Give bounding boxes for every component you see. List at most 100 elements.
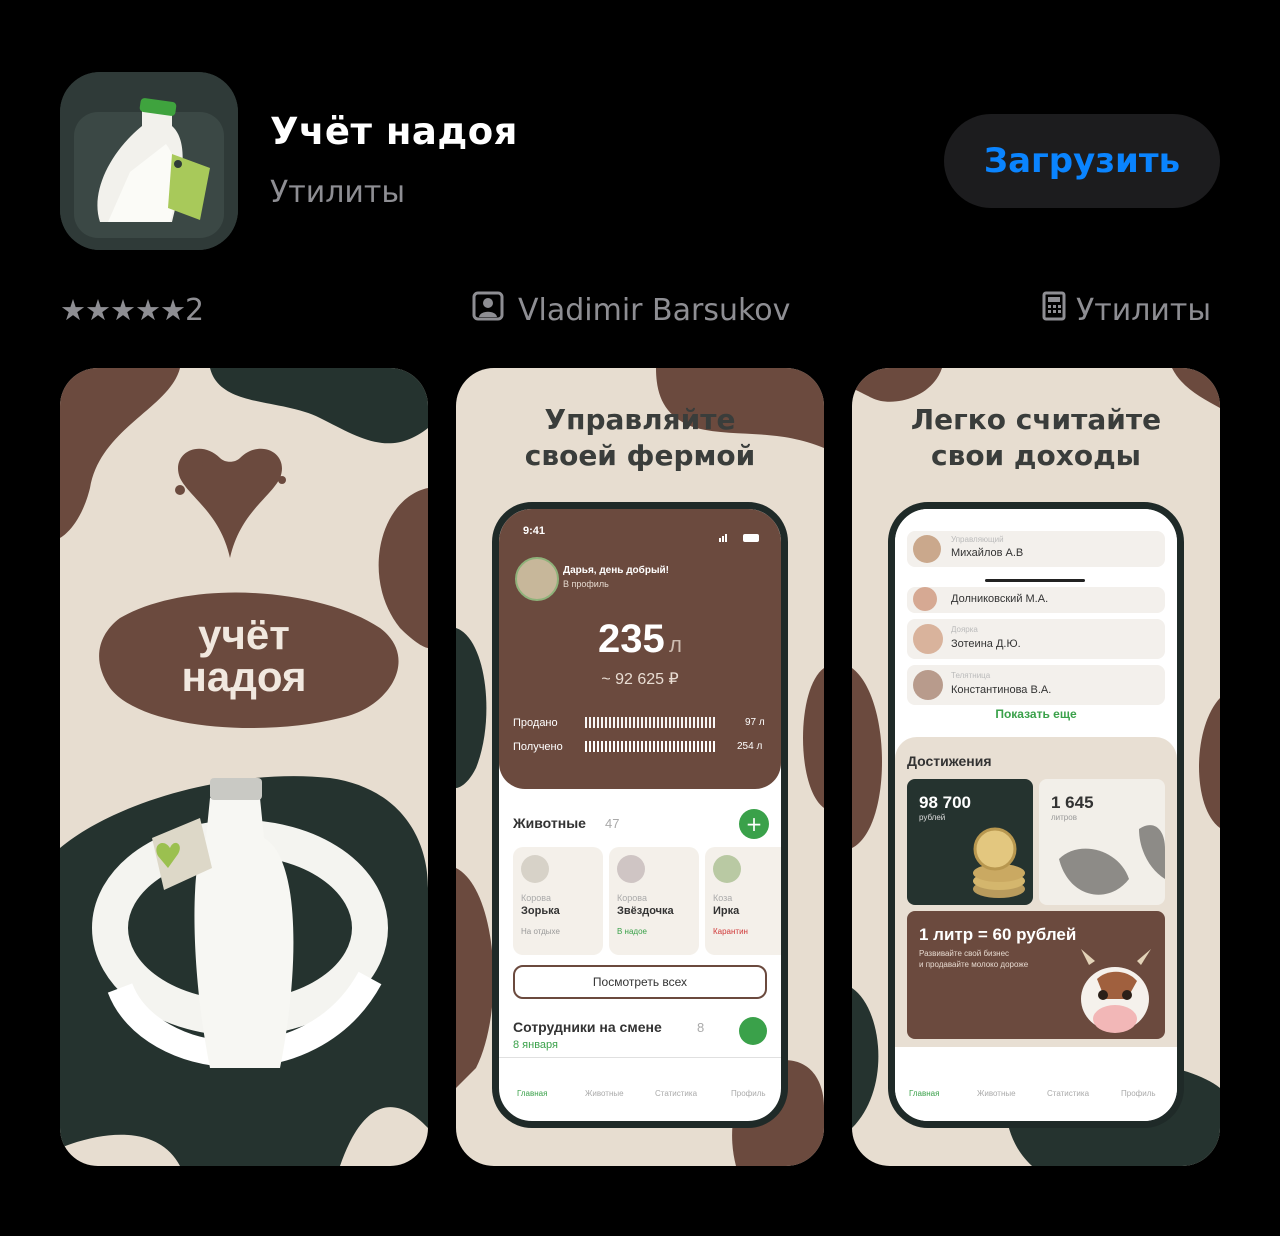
headline-line-1: Легко считайте — [910, 403, 1162, 436]
sold-value: 97 л — [745, 717, 765, 728]
liters-value: 1 645 — [1051, 793, 1094, 812]
tab-profile[interactable]: Профиль — [1121, 1089, 1156, 1098]
get-button[interactable]: Загрузить — [944, 114, 1220, 208]
app-icon[interactable] — [60, 72, 238, 250]
tab-home[interactable]: Главная — [909, 1089, 939, 1098]
animal-type: Корова — [617, 893, 647, 903]
animal-name: Ирка — [713, 905, 740, 917]
staff-row[interactable]: Управляющий Михайлов А.В — [907, 531, 1165, 567]
animal-avatar — [617, 855, 645, 883]
coins-icon — [973, 827, 1025, 898]
tab-profile[interactable]: Профиль — [731, 1089, 766, 1098]
staff-role: Доярка — [951, 625, 978, 634]
category-link[interactable]: Утилиты — [1042, 290, 1211, 330]
cow-spots-decoration — [1059, 825, 1165, 895]
rating[interactable]: ★★★★★ 2 — [60, 290, 204, 330]
app-title: Учёт надоя — [270, 110, 518, 153]
money-unit: рублей — [919, 813, 946, 822]
category-label: Утилиты — [1076, 292, 1212, 328]
screenshot-2[interactable]: Управляйте своей фермой 9:41 Дарья, день… — [456, 368, 824, 1166]
staff-row[interactable]: Доярка Зотеина Д.Ю. — [907, 619, 1165, 659]
animal-card[interactable]: Коза Ирка Карантин — [705, 847, 781, 955]
milk-bottle-icon — [60, 72, 238, 250]
staff-count: 8 — [697, 1020, 705, 1035]
developer-link[interactable]: Vladimir Barsukov — [472, 290, 790, 330]
staff-name: Долниковский М.А. — [951, 593, 1049, 605]
view-all-button[interactable]: Посмотреть всех — [513, 965, 767, 999]
animal-type: Корова — [521, 893, 551, 903]
money-achievement: 98 700 рублей — [907, 779, 1033, 905]
status-icons — [719, 527, 761, 542]
promo-title: 1 литр = 60 рублей — [919, 925, 1077, 944]
app-subtitle: Утилиты — [270, 175, 406, 210]
logo-line-1: учёт — [198, 611, 290, 658]
total-unit: л — [669, 632, 683, 657]
sold-label: Продано — [513, 717, 558, 729]
animal-card[interactable]: Корова Звёздочка В надое — [609, 847, 699, 955]
staff-avatar — [913, 670, 943, 700]
screenshot-1[interactable]: учёт надоя — [60, 368, 428, 1166]
staff-name: Константинова В.А. — [951, 684, 1052, 696]
profile-link[interactable]: В профиль — [563, 579, 609, 589]
achievements-title: Достижения — [907, 753, 992, 769]
promo-text-1: Развивайте свой бизнес — [919, 949, 1010, 958]
tab-statistics[interactable]: Статистика — [655, 1089, 697, 1098]
animals-title: Животные — [513, 815, 586, 831]
home-indicator — [985, 579, 1085, 582]
animal-type: Коза — [713, 893, 733, 903]
sold-progress — [585, 717, 717, 728]
tab-animals[interactable]: Животные — [977, 1089, 1016, 1098]
add-animal-button[interactable]: + — [739, 809, 769, 839]
tab-animals[interactable]: Животные — [585, 1089, 624, 1098]
calculator-icon — [1042, 291, 1066, 329]
rating-stars: ★★★★★ — [60, 293, 186, 327]
tab-home[interactable]: Главная — [517, 1089, 547, 1098]
animals-count: 47 — [605, 816, 620, 831]
headline-line-2: своей фермой — [524, 439, 756, 472]
staff-role: Телятница — [951, 671, 991, 680]
staff-title: Сотрудники на смене — [513, 1019, 662, 1035]
status-time: 9:41 — [523, 525, 546, 537]
staff-name: Михайлов А.В — [951, 547, 1024, 559]
cow-pattern-background — [60, 368, 428, 1166]
promo-banner[interactable]: 1 литр = 60 рублей Развивайте свой бизне… — [907, 911, 1165, 1039]
logo-line-2: надоя — [181, 653, 307, 700]
received-progress — [585, 741, 717, 752]
staff-date: 8 января — [513, 1039, 558, 1051]
calendar-icon[interactable] — [739, 1017, 767, 1045]
total-money: ~ 92 625 ₽ — [601, 671, 679, 688]
staff-row[interactable]: Телятница Константинова В.А. — [907, 665, 1165, 705]
staff-avatar — [913, 587, 937, 611]
animal-avatar — [521, 855, 549, 883]
received-label: Получено — [513, 741, 563, 753]
animal-status: На отдыхе — [521, 927, 560, 936]
liters-achievement: 1 645 литров — [1039, 779, 1165, 905]
staff-avatar — [913, 535, 941, 563]
animal-card[interactable]: Корова Зорька На отдыхе — [513, 847, 603, 955]
headline-line-2: свои доходы — [931, 439, 1141, 472]
animal-name: Зорька — [521, 905, 560, 917]
greeting: Дарья, день добрый! — [563, 565, 669, 576]
avatar[interactable] — [515, 557, 559, 601]
staff-name: Зотеина Д.Ю. — [951, 638, 1021, 650]
person-icon — [472, 291, 504, 329]
screenshot-3[interactable]: Легко считайте свои доходы Управляющий М… — [852, 368, 1220, 1166]
total-liters: 235 — [597, 617, 665, 661]
animal-status: В надое — [617, 927, 647, 936]
rating-count: 2 — [185, 292, 205, 328]
headline-line-1: Управляйте — [544, 403, 736, 436]
animal-name: Звёздочка — [617, 905, 674, 917]
animal-avatar — [713, 855, 741, 883]
phone-mockup: 9:41 Дарья, день добрый! В профиль 235 л… — [492, 502, 788, 1128]
staff-row[interactable]: Долниковский М.А. — [907, 587, 1165, 613]
staff-avatar — [913, 624, 943, 654]
promo-text-2: и продавайте молоко дороже — [919, 960, 1029, 969]
tab-statistics[interactable]: Статистика — [1047, 1089, 1089, 1098]
staff-role: Управляющий — [951, 535, 1004, 544]
developer-name: Vladimir Barsukov — [518, 292, 791, 328]
phone-mockup: Управляющий Михайлов А.В Долниковский М.… — [888, 502, 1184, 1128]
show-more-link[interactable]: Показать еще — [895, 707, 1177, 721]
received-value: 254 л — [737, 741, 763, 752]
animal-status: Карантин — [713, 927, 748, 936]
cow-mascot-icon — [1081, 949, 1151, 1033]
